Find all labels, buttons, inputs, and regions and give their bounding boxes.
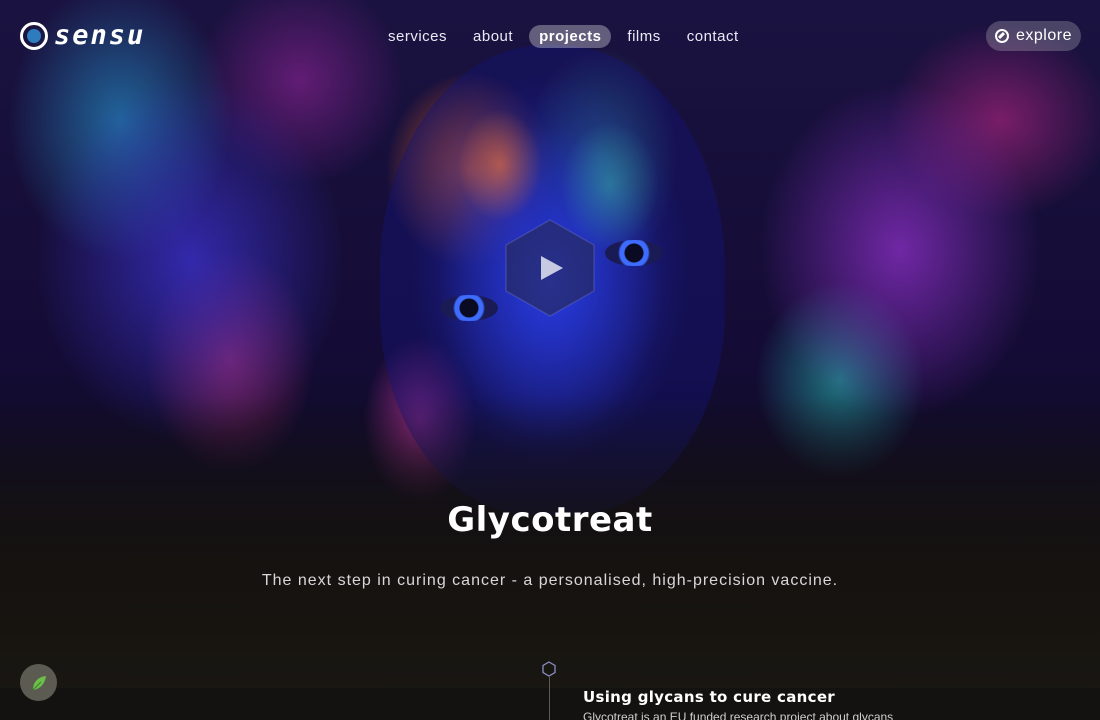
compass-icon xyxy=(995,29,1009,43)
sensu-logo[interactable]: sensu xyxy=(20,22,145,50)
section-heading: Using glycans to cure cancer xyxy=(583,688,836,706)
logo-ring-icon xyxy=(20,22,48,50)
hero-fade-overlay xyxy=(0,0,1100,720)
nav-item-projects[interactable]: projects xyxy=(529,24,612,48)
leaf-icon xyxy=(32,675,46,690)
explore-button[interactable]: explore xyxy=(986,21,1081,51)
nav-item-services[interactable]: services xyxy=(378,25,457,48)
hexagon-icon xyxy=(542,661,556,677)
section-text-line: Glycotreat is an EU funded research proj… xyxy=(583,712,894,720)
top-bar: sensu services about projects films cont… xyxy=(0,0,1100,72)
main-nav: services about projects films contact xyxy=(378,24,755,48)
explore-button-label: explore xyxy=(1016,27,1072,44)
logo-text: sensu xyxy=(54,20,146,51)
hero-background xyxy=(0,0,1100,720)
page-title: Glycotreat xyxy=(447,500,653,540)
content-section-band xyxy=(0,688,1100,720)
leaf-button[interactable] xyxy=(20,664,57,701)
timeline-line xyxy=(549,677,550,720)
section-text: Glycotreat is an EU funded research proj… xyxy=(583,712,923,720)
page-subtitle: The next step in curing cancer - a perso… xyxy=(261,572,839,589)
nav-item-films[interactable]: films xyxy=(617,25,670,48)
play-video-button[interactable] xyxy=(503,218,597,318)
nav-item-contact[interactable]: contact xyxy=(677,25,749,48)
nav-item-about[interactable]: about xyxy=(463,25,523,48)
